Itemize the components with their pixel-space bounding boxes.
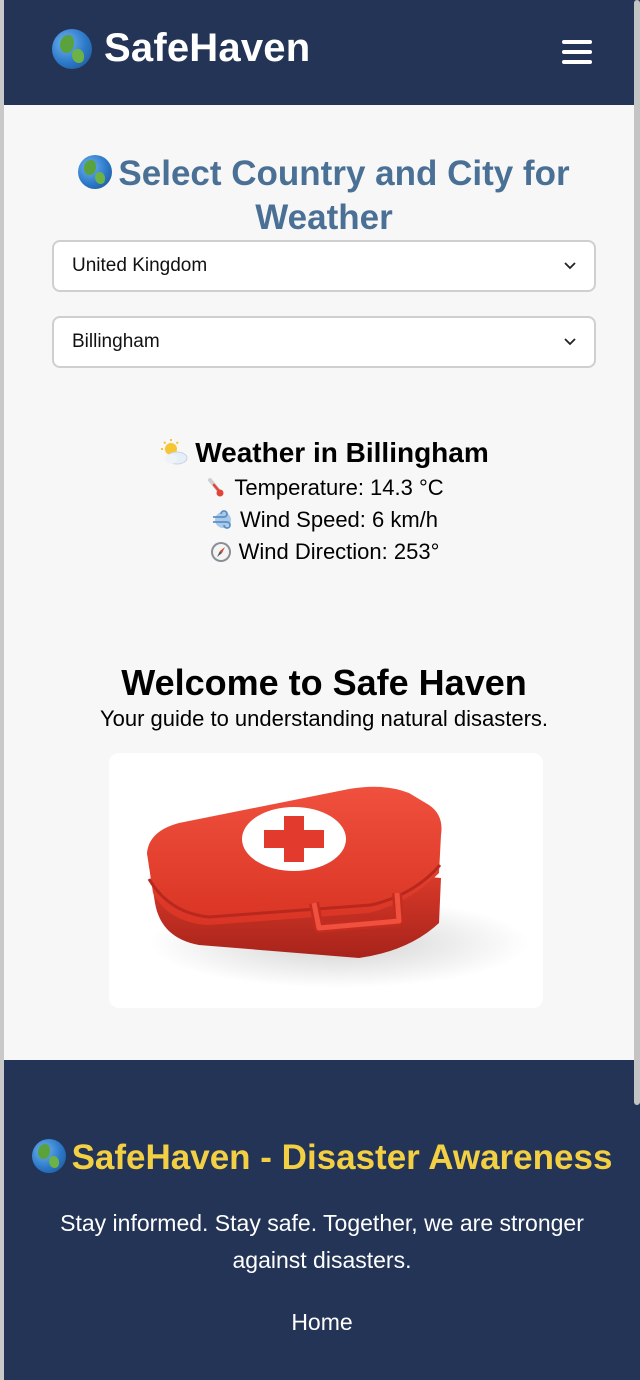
first-aid-kit-illustration — [147, 786, 529, 988]
footer-link-home[interactable]: Home — [291, 1309, 352, 1336]
welcome-section: Welcome to Safe Haven Your guide to unde… — [4, 662, 640, 732]
city-select[interactable]: Billingham — [52, 316, 596, 368]
wind-direction-line: Wind Direction: 253° — [4, 539, 640, 565]
footer-tagline: Stay informed. Stay safe. Together, we a… — [60, 1210, 584, 1273]
thermometer-icon — [208, 478, 224, 497]
country-select[interactable]: United Kingdom — [52, 240, 596, 292]
scrollbar[interactable] — [634, 0, 640, 1105]
chevron-down-icon — [564, 338, 576, 346]
brand-name: SafeHaven — [104, 26, 311, 70]
brand[interactable]: SafeHaven — [52, 26, 310, 71]
selector-title: Select Country and City for Weather — [52, 152, 596, 240]
globe-icon — [52, 28, 92, 69]
page-frame: SafeHaven Select Country and City for We… — [0, 0, 640, 1380]
footer: SafeHaven - Disaster Awareness Stay info… — [4, 1060, 640, 1380]
weather-info: Weather in Billingham Temperature: 14.3 … — [4, 437, 640, 565]
welcome-title: Welcome to Safe Haven — [121, 662, 527, 703]
country-select-value: United Kingdom — [72, 255, 208, 276]
globe-icon — [31, 1139, 66, 1173]
top-navbar: SafeHaven — [4, 0, 640, 105]
chevron-down-icon — [564, 262, 576, 270]
first-aid-kit-image — [109, 753, 543, 1008]
temperature-line: Temperature: 14.3 °C — [4, 475, 640, 501]
wind-speed-line: Wind Speed: 6 km/h — [4, 507, 640, 533]
city-select-value: Billingham — [72, 331, 160, 352]
compass-icon — [210, 542, 231, 562]
welcome-subtitle: Your guide to understanding natural disa… — [99, 706, 549, 731]
hamburger-menu-icon[interactable] — [562, 39, 592, 64]
globe-icon — [78, 155, 113, 189]
wind-icon — [212, 510, 231, 529]
sun-behind-cloud-icon — [161, 439, 188, 465]
footer-title: SafeHaven - Disaster Awareness — [4, 1136, 640, 1179]
weather-title: Weather in Billingham — [4, 437, 640, 469]
weather-selector: Select Country and City for Weather Unit… — [52, 152, 596, 368]
